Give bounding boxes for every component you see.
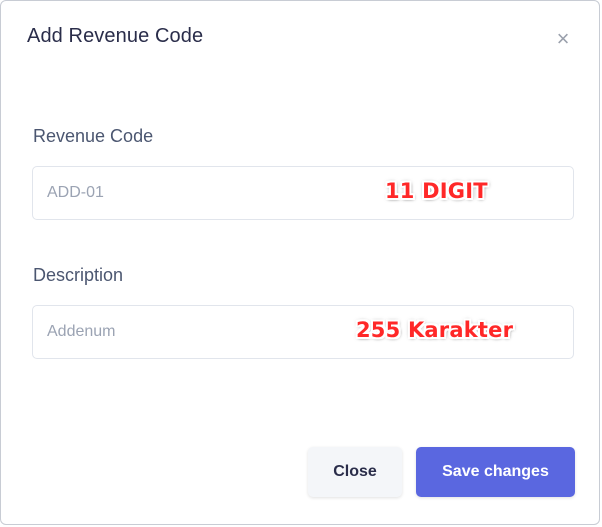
description-input[interactable] <box>32 305 574 359</box>
add-revenue-code-modal: Add Revenue Code × Revenue Code 11 DIGIT… <box>0 0 600 525</box>
save-changes-button[interactable]: Save changes <box>416 447 575 497</box>
modal-title: Add Revenue Code <box>27 25 204 47</box>
revenue-code-label: Revenue Code <box>33 126 154 146</box>
description-label: Description <box>33 265 124 285</box>
close-button[interactable]: Close <box>308 447 402 497</box>
revenue-code-input[interactable] <box>32 166 574 220</box>
close-icon[interactable]: × <box>551 27 575 51</box>
